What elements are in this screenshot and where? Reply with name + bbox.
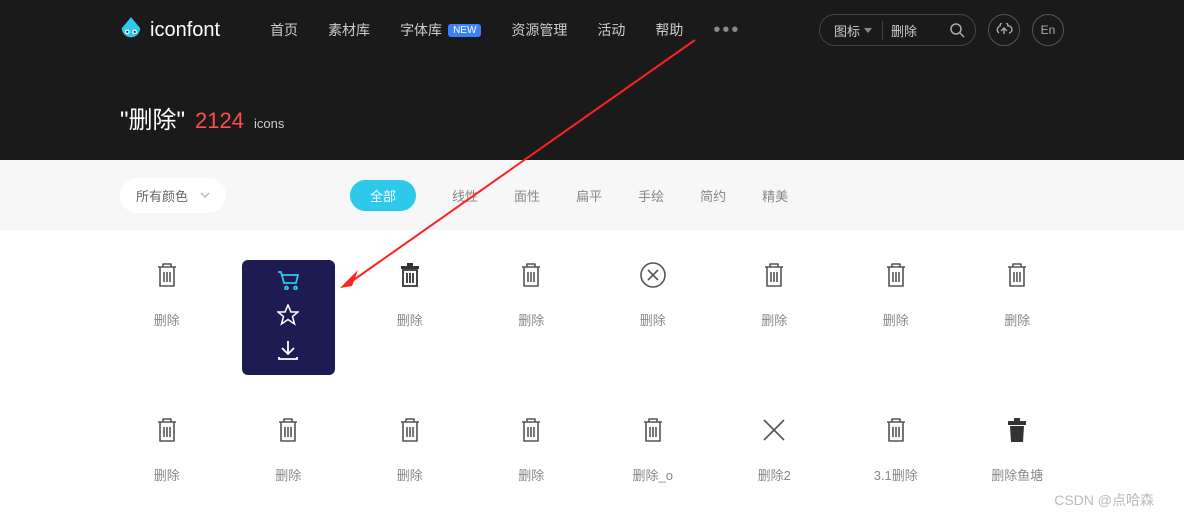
- nav-home[interactable]: 首页: [270, 20, 298, 40]
- header: iconfont 首页 素材库 字体库 NEW 资源管理 活动 帮助 ••• 图…: [0, 0, 1184, 160]
- nav-fonts-label: 字体库: [400, 20, 442, 40]
- title-row: "删除" 2124 icons: [120, 60, 1064, 135]
- icon-card[interactable]: 删除: [849, 260, 943, 375]
- icon-label: 删除: [397, 310, 423, 329]
- icon-row: 删除 删除 删除 删除 删除_o 删除2 3.1删除 删除鱼塘: [120, 415, 1064, 484]
- icon-card[interactable]: 删除: [728, 260, 822, 375]
- icon-label: 删除: [518, 465, 544, 484]
- result-unit: icons: [254, 116, 284, 131]
- filter-tab-drawn[interactable]: 手绘: [638, 186, 664, 205]
- filter-tab-fine[interactable]: 精美: [762, 186, 788, 205]
- icon-card[interactable]: 删除: [363, 260, 457, 375]
- search-button[interactable]: [943, 16, 971, 44]
- filter-tab-all[interactable]: 全部: [350, 180, 416, 211]
- search-icon: [949, 22, 965, 38]
- icon-label: 删除: [1004, 310, 1030, 329]
- trash-outline-icon: [516, 415, 546, 445]
- icon-card[interactable]: 删除: [485, 415, 579, 484]
- filter-tab-simple[interactable]: 简约: [700, 186, 726, 205]
- icon-label: 删除: [154, 310, 180, 329]
- icon-card[interactable]: 3.1删除: [849, 415, 943, 484]
- filter-tab-linear[interactable]: 线性: [452, 186, 478, 205]
- favorite-icon[interactable]: [277, 304, 299, 331]
- icon-label: 删除鱼塘: [991, 465, 1043, 484]
- logo-icon: [120, 17, 142, 43]
- logo[interactable]: iconfont: [120, 17, 220, 43]
- nav-help[interactable]: 帮助: [655, 20, 683, 40]
- filter-tab-flat[interactable]: 扁平: [576, 186, 602, 205]
- trash-fill-icon: [1002, 415, 1032, 445]
- add-to-cart-icon[interactable]: [276, 270, 300, 295]
- icon-row: 删除 删除 删除 删除 删除 删除 删除: [120, 260, 1064, 375]
- trash-outline-icon: [152, 415, 182, 445]
- color-filter-label: 所有颜色: [136, 186, 188, 205]
- icon-card[interactable]: 删除: [485, 260, 579, 375]
- watermark: CSDN @点哈森: [1054, 490, 1154, 510]
- trash-outline-icon: [881, 415, 911, 445]
- chevron-down-icon: [200, 192, 210, 198]
- icon-grid: 删除 删除 删除 删除 删除 删除 删除 删除 删除: [0, 230, 1184, 484]
- icon-card[interactable]: 删除鱼塘: [971, 415, 1065, 484]
- icon-label: 删除: [761, 310, 787, 329]
- trash-fill-lid-icon: [395, 260, 425, 290]
- trash-outline-icon: [273, 415, 303, 445]
- color-filter-dropdown[interactable]: 所有颜色: [120, 178, 226, 213]
- cloud-upload-icon: [995, 23, 1013, 37]
- language-label: En: [1041, 23, 1056, 37]
- search-box: 图标: [819, 14, 976, 46]
- filter-tab-filled[interactable]: 面性: [514, 186, 540, 205]
- icon-label: 删除: [397, 465, 423, 484]
- search-type-label: 图标: [834, 21, 860, 40]
- language-button[interactable]: En: [1032, 14, 1064, 46]
- icon-label: 3.1删除: [874, 465, 918, 484]
- icon-label: 删除_o: [633, 465, 673, 484]
- search-type-dropdown[interactable]: 图标: [834, 21, 883, 40]
- new-badge: NEW: [448, 24, 481, 37]
- circle-x-icon: [638, 260, 668, 290]
- search-input[interactable]: [883, 23, 943, 38]
- icon-card[interactable]: 删除: [606, 260, 700, 375]
- icon-label: 删除: [640, 310, 666, 329]
- icon-card[interactable]: 删除_o: [606, 415, 700, 484]
- x-plain-icon: [759, 415, 789, 445]
- nav-items: 首页 素材库 字体库 NEW 资源管理 活动 帮助 •••: [270, 19, 740, 42]
- nav-resources[interactable]: 资源管理: [511, 20, 567, 40]
- icon-label: 删除2: [758, 465, 791, 484]
- icon-card[interactable]: 删除: [363, 415, 457, 484]
- result-count: 2124: [195, 108, 244, 134]
- trash-outline-icon: [395, 415, 425, 445]
- icon-label: 删除: [883, 310, 909, 329]
- icon-card[interactable]: 删除: [120, 260, 214, 375]
- download-icon[interactable]: [277, 340, 299, 365]
- nav-fonts[interactable]: 字体库 NEW: [400, 20, 481, 40]
- trash-outline-icon: [1002, 260, 1032, 290]
- icon-card[interactable]: 删除2: [728, 415, 822, 484]
- icon-label: 删除: [154, 465, 180, 484]
- trash-outline-icon: [881, 260, 911, 290]
- trash-outline-icon: [638, 415, 668, 445]
- logo-text: iconfont: [150, 19, 220, 42]
- icon-label: 删除: [275, 465, 301, 484]
- navbar: iconfont 首页 素材库 字体库 NEW 资源管理 活动 帮助 ••• 图…: [120, 0, 1064, 60]
- upload-button[interactable]: [988, 14, 1020, 46]
- nav-materials[interactable]: 素材库: [328, 20, 370, 40]
- nav-more-icon[interactable]: •••: [713, 19, 740, 42]
- icon-card-hovered[interactable]: [242, 260, 336, 375]
- trash-outline-icon: [759, 260, 789, 290]
- icon-card[interactable]: 删除: [242, 415, 336, 484]
- trash-outline-icon: [152, 260, 182, 290]
- nav-right: 图标 En: [819, 14, 1064, 46]
- filter-bar: 所有颜色 全部 线性 面性 扁平 手绘 简约 精美: [0, 160, 1184, 230]
- icon-label: 删除: [518, 310, 544, 329]
- icon-card[interactable]: 删除: [971, 260, 1065, 375]
- chevron-down-icon: [864, 28, 872, 33]
- nav-activity[interactable]: 活动: [597, 20, 625, 40]
- trash-outline-icon: [516, 260, 546, 290]
- icon-card[interactable]: 删除: [120, 415, 214, 484]
- search-term: "删除": [120, 100, 185, 135]
- filter-tabs: 全部 线性 面性 扁平 手绘 简约 精美: [350, 180, 788, 211]
